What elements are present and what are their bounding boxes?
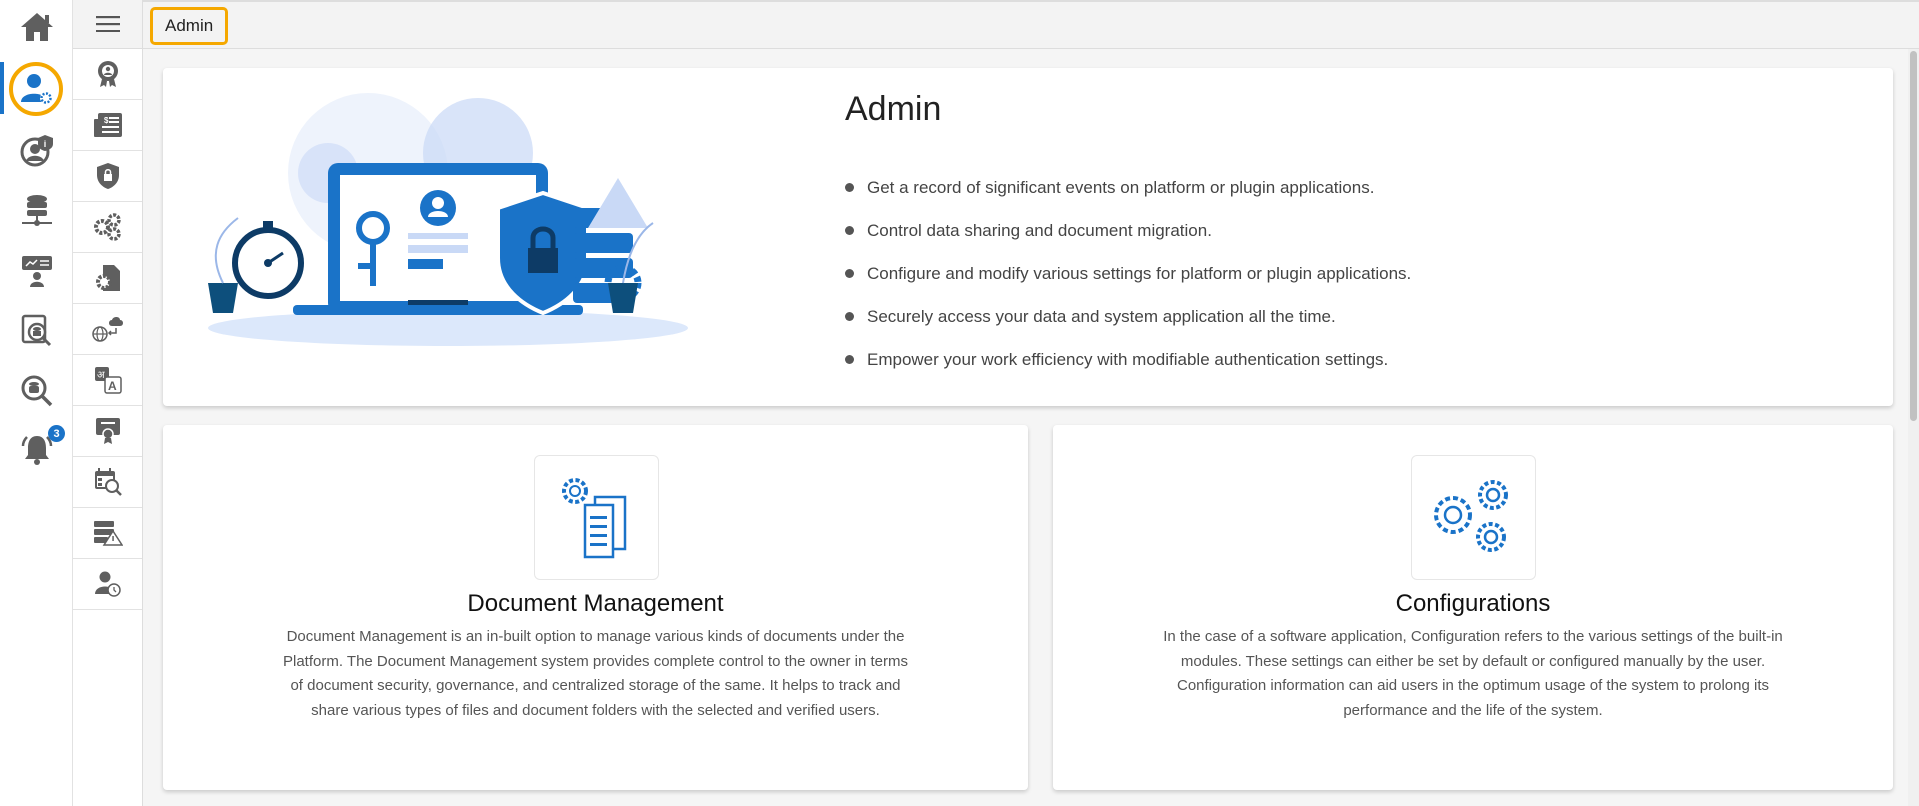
- submenu-configurations[interactable]: [73, 202, 142, 253]
- language-translate-icon: अA: [94, 367, 122, 394]
- gears-icon: [93, 213, 121, 241]
- hero-bullet: Securely access your data and system app…: [845, 295, 1411, 338]
- submenu-audit-trail[interactable]: [73, 49, 142, 100]
- hamburger-icon: [95, 16, 120, 32]
- submenu-language[interactable]: अA: [73, 355, 142, 406]
- notification-badge: 3: [48, 425, 65, 442]
- award-user-icon: [97, 61, 118, 87]
- bullet-icon: [845, 269, 854, 278]
- bullet-text: Configure and modify various settings fo…: [867, 263, 1412, 283]
- module-title[interactable]: Configurations: [1053, 590, 1893, 618]
- top-bar: Admin: [143, 0, 1919, 49]
- breadcrumb-admin[interactable]: Admin: [150, 7, 229, 45]
- configurations-card[interactable]: Configurations In the case of a software…: [1053, 425, 1893, 790]
- bullet-text: Empower your work efficiency with modifi…: [867, 349, 1389, 369]
- bullet-icon: [845, 226, 854, 235]
- hero-title: Admin: [845, 90, 942, 128]
- server-warning-icon: [93, 521, 123, 546]
- submenu-user-sessions[interactable]: [73, 559, 142, 610]
- user-settings-icon[interactable]: [0, 64, 73, 114]
- submenu-server-alerts[interactable]: [73, 508, 142, 559]
- document-gear-icon: [95, 265, 120, 291]
- calendar-search-icon: [94, 468, 122, 496]
- database-search-icon[interactable]: [0, 366, 73, 416]
- menu-toggle-button[interactable]: [73, 0, 142, 49]
- admin-hero-card: Admin Get a record of significant events…: [163, 68, 1893, 406]
- bullet-text: Securely access your data and system app…: [867, 306, 1336, 326]
- submenu-security[interactable]: [73, 151, 142, 202]
- svg-text:$: $: [104, 116, 109, 125]
- svg-text:i: i: [43, 139, 46, 149]
- document-management-card[interactable]: Document Management Document Management …: [163, 425, 1028, 790]
- submenu-document-settings[interactable]: [73, 253, 142, 304]
- hero-bullet-list: Get a record of significant events on pl…: [845, 166, 1411, 381]
- home-icon[interactable]: [0, 2, 73, 52]
- hero-bullet: Configure and modify various settings fo…: [845, 252, 1411, 295]
- module-title[interactable]: Document Management: [163, 590, 1028, 618]
- submenu-schedule[interactable]: [73, 457, 142, 508]
- bullet-icon: [845, 183, 854, 192]
- certificate-icon: [95, 418, 120, 444]
- scrollbar-thumb[interactable]: [1910, 51, 1917, 421]
- bullet-icon: [845, 312, 854, 321]
- hero-bullet: Control data sharing and document migrat…: [845, 209, 1411, 252]
- data-catalog-search-icon[interactable]: [0, 306, 73, 356]
- hero-bullet: Empower your work efficiency with modifi…: [845, 338, 1411, 381]
- billing-icon: $: [93, 113, 122, 137]
- vertical-scrollbar[interactable]: [1908, 49, 1919, 806]
- bullet-icon: [845, 355, 854, 364]
- database-network-icon[interactable]: [0, 186, 73, 236]
- bullet-text: Control data sharing and document migrat…: [867, 220, 1212, 240]
- submenu-data-migration[interactable]: [73, 304, 142, 355]
- module-description: In the case of a software application, C…: [1163, 628, 1783, 719]
- admin-illustration: [208, 93, 688, 346]
- presentation-user-icon[interactable]: [0, 246, 73, 296]
- user-history-icon: [94, 571, 121, 597]
- configurations-icon: [1411, 455, 1536, 580]
- submenu-license[interactable]: [73, 406, 142, 457]
- document-management-icon: [533, 455, 659, 580]
- icon-rail: i 3: [0, 0, 73, 806]
- svg-text:A: A: [108, 379, 117, 393]
- svg-text:अ: अ: [97, 370, 105, 381]
- submenu-billing[interactable]: $: [73, 100, 142, 151]
- hero-bullet: Get a record of significant events on pl…: [845, 166, 1411, 209]
- shield-lock-icon: [96, 163, 119, 189]
- bullet-text: Get a record of significant events on pl…: [867, 177, 1375, 197]
- globe-cloud-icon: [91, 317, 123, 342]
- admin-submenu: $ अA: [73, 0, 143, 806]
- user-info-icon[interactable]: i: [0, 126, 73, 176]
- module-description: Document Management is an in-built optio…: [283, 628, 908, 719]
